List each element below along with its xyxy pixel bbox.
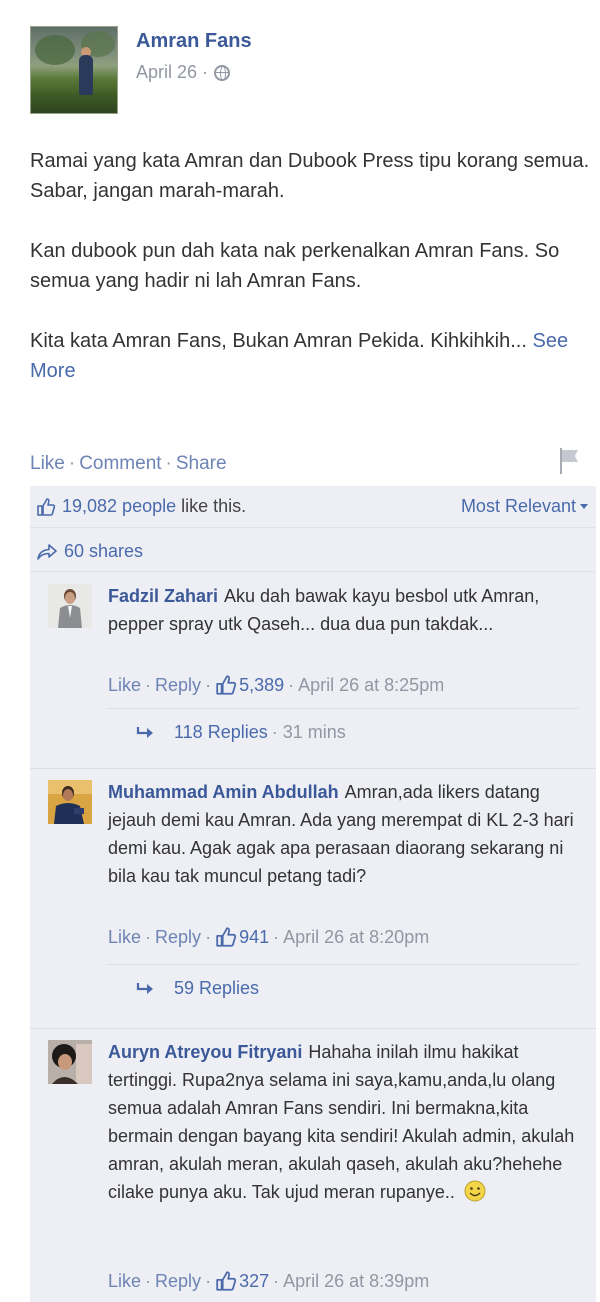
comment-like-link[interactable]: Like bbox=[108, 927, 141, 948]
comment-like-link[interactable]: Like bbox=[108, 1271, 141, 1292]
thumbs-up-icon bbox=[215, 1270, 237, 1292]
separator: · bbox=[273, 926, 280, 947]
shares-count[interactable]: 60 shares bbox=[64, 541, 143, 562]
reply-arrow-icon bbox=[136, 982, 153, 994]
post-paragraph: Kan dubook pun dah kata nak perkenalkan … bbox=[30, 240, 560, 292]
separator: · bbox=[145, 926, 152, 947]
flag-icon[interactable] bbox=[558, 448, 580, 474]
comment: Muhammad Amin Abdullah Amran,ada likers d… bbox=[30, 770, 596, 1020]
post-actions: Like · Comment · Share bbox=[30, 446, 580, 482]
comment-body: Hahaha inilah ilmu hakikat tertinggi. Ru… bbox=[108, 1042, 575, 1202]
comment-reply-link[interactable]: Reply bbox=[155, 1271, 201, 1292]
separator: · bbox=[165, 453, 172, 474]
globe-icon bbox=[214, 64, 231, 81]
comment-meta: Like · Reply · 327 · April 26 at 8:39pm bbox=[108, 1270, 429, 1292]
comment: Fadzil Zahari Aku dah bawak kayu besbol u… bbox=[30, 574, 596, 742]
share-arrow-icon bbox=[36, 543, 58, 561]
post-header: Amran Fans April 26 · bbox=[30, 26, 590, 116]
separator: · bbox=[145, 1270, 152, 1291]
separator: · bbox=[145, 674, 152, 695]
divider bbox=[30, 1028, 596, 1029]
comment-like-link[interactable]: Like bbox=[108, 675, 141, 696]
post-body: Ramai yang kata Amran dan Dubook Press t… bbox=[30, 146, 600, 416]
comment-text: Auryn Atreyou Fitryani Hahaha inilah ilmu… bbox=[108, 1038, 578, 1206]
comment-time[interactable]: April 26 at 8:25pm bbox=[298, 675, 444, 696]
sort-label: Most Relevant bbox=[460, 496, 576, 516]
comment-likes-count[interactable]: 5,389 bbox=[239, 675, 284, 696]
replies-link[interactable]: 118 Replies · 31 mins bbox=[108, 708, 578, 756]
comment-likes-count[interactable]: 941 bbox=[239, 927, 269, 948]
comment-author[interactable]: Auryn Atreyou Fitryani bbox=[108, 1042, 302, 1062]
like-link[interactable]: Like bbox=[30, 453, 65, 475]
likes-summary: 19,082 people like this. Most Relevant bbox=[30, 486, 596, 528]
separator: · bbox=[273, 1270, 280, 1291]
comment-likes-count[interactable]: 327 bbox=[239, 1271, 269, 1292]
comment-author[interactable]: Fadzil Zahari bbox=[108, 586, 218, 606]
separator: · bbox=[205, 1270, 212, 1291]
avatar[interactable] bbox=[48, 584, 92, 628]
comment-meta: Like · Reply · 5,389 · April 26 at 8:25p… bbox=[108, 674, 444, 696]
replies-count[interactable]: 59 Replies bbox=[174, 978, 259, 999]
replies-time: · 31 mins bbox=[271, 722, 346, 742]
divider bbox=[30, 768, 596, 769]
share-link[interactable]: Share bbox=[176, 453, 227, 475]
post-paragraph-text: Kita kata Amran Fans, Bukan Amran Pekida… bbox=[30, 330, 527, 352]
post-paragraph: Ramai yang kata Amran dan Dubook Press t… bbox=[30, 150, 590, 202]
feedback-panel: 19,082 people like this. Most Relevant 6… bbox=[30, 486, 596, 1302]
post-meta: April 26 · bbox=[136, 62, 231, 83]
smiley-icon bbox=[464, 1180, 486, 1202]
likes-count[interactable]: 19,082 people bbox=[62, 496, 176, 517]
comment: Auryn Atreyou Fitryani Hahaha inilah ilmu… bbox=[30, 1030, 596, 1302]
page-avatar[interactable] bbox=[30, 26, 118, 114]
comment-meta: Like · Reply · 941 · April 26 at 8:20pm bbox=[108, 926, 429, 948]
avatar[interactable] bbox=[48, 1040, 92, 1084]
comment-text: Fadzil Zahari Aku dah bawak kayu besbol u… bbox=[108, 582, 578, 638]
page-name[interactable]: Amran Fans bbox=[136, 30, 252, 53]
post-date[interactable]: April 26 · bbox=[136, 62, 208, 83]
comment-reply-link[interactable]: Reply bbox=[155, 675, 201, 696]
thumbs-up-icon bbox=[36, 497, 56, 517]
likes-text: like this. bbox=[181, 496, 247, 516]
thumbs-up-icon bbox=[215, 674, 237, 696]
replies-link[interactable]: 59 Replies bbox=[108, 964, 578, 1012]
comment-text: Muhammad Amin Abdullah Amran,ada likers d… bbox=[108, 778, 578, 890]
post-paragraph: Kita kata Amran Fans, Bukan Amran Pekida… bbox=[30, 326, 600, 386]
reply-arrow-icon bbox=[136, 726, 153, 738]
chevron-down-icon bbox=[580, 504, 588, 509]
thumbs-up-icon bbox=[215, 926, 237, 948]
separator: · bbox=[68, 453, 76, 474]
comment-time[interactable]: April 26 at 8:39pm bbox=[283, 1271, 429, 1292]
comment-link[interactable]: Comment bbox=[79, 453, 161, 475]
separator: · bbox=[288, 674, 295, 695]
comment-time[interactable]: April 26 at 8:20pm bbox=[283, 927, 429, 948]
separator: · bbox=[205, 926, 212, 947]
avatar[interactable] bbox=[48, 780, 92, 824]
comment-reply-link[interactable]: Reply bbox=[155, 927, 201, 948]
comment-author[interactable]: Muhammad Amin Abdullah bbox=[108, 782, 339, 802]
sort-dropdown[interactable]: Most Relevant bbox=[461, 496, 588, 517]
shares-summary: 60 shares bbox=[30, 532, 596, 572]
replies-count[interactable]: 118 Replies bbox=[174, 722, 268, 743]
separator: · bbox=[205, 674, 212, 695]
